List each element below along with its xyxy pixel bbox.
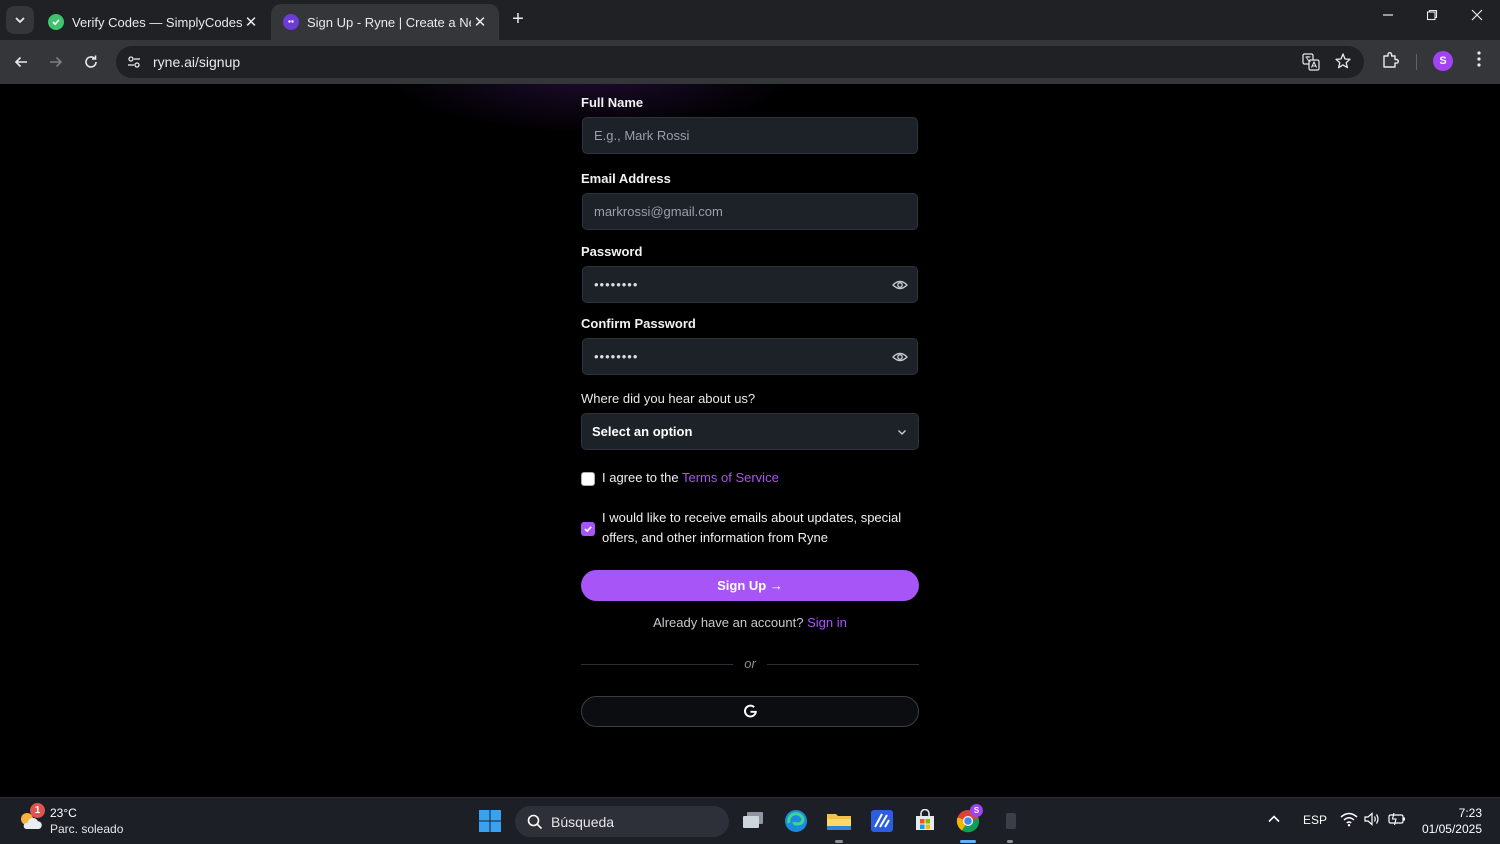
explorer-running-indicator <box>835 840 843 843</box>
task-view-icon[interactable] <box>740 808 766 834</box>
close-window-icon[interactable] <box>1455 8 1499 26</box>
divider-right <box>767 664 919 665</box>
ryne-favicon-icon <box>283 14 299 30</box>
sign-up-button[interactable]: Sign Up → <box>581 570 919 601</box>
chevron-down-icon <box>896 426 908 441</box>
tab-ryne-signup[interactable]: Sign Up - Ryne | Create a New Account ✕ <box>271 4 499 40</box>
chevron-down-icon <box>15 17 25 24</box>
url-text[interactable]: ryne.ai/signup <box>153 54 240 70</box>
close-tab-icon[interactable]: ✕ <box>471 13 489 31</box>
weather-temperature[interactable]: 23°C <box>50 806 77 820</box>
marketing-line-2: offers, and other information from Ryne <box>602 530 828 545</box>
microsoft-store-icon[interactable] <box>912 808 938 834</box>
extensions-puzzle-icon[interactable] <box>1381 50 1401 75</box>
app-icon[interactable] <box>869 808 895 834</box>
close-tab-icon[interactable]: ✕ <box>242 13 260 31</box>
marketing-emails-checkbox[interactable] <box>581 522 595 536</box>
full-name-placeholder: E.g., Mark Rossi <box>594 128 690 143</box>
marketing-line-1: I would like to receive emails about upd… <box>602 510 902 525</box>
tab-title: Sign Up - Ryne | Create a New Account <box>307 14 471 30</box>
sign-in-link[interactable]: Sign in <box>807 615 847 630</box>
restore-icon[interactable] <box>1410 8 1454 26</box>
referral-label: Where did you hear about us? <box>581 391 756 406</box>
back-button[interactable] <box>9 50 33 74</box>
already-have-account-text: Already have an account? Sign in <box>0 615 1500 630</box>
profile-avatar[interactable]: S <box>1433 51 1453 71</box>
confirm-password-label: Confirm Password <box>581 316 696 331</box>
reload-button[interactable] <box>79 50 103 74</box>
site-info-icon[interactable] <box>126 54 142 75</box>
marketing-emails-text: I would like to receive emails about upd… <box>602 508 901 548</box>
show-hidden-icons-chevron-up-icon[interactable] <box>1267 812 1281 829</box>
terms-of-service-link[interactable]: Terms of Service <box>682 470 779 485</box>
edge-browser-icon[interactable] <box>783 808 809 834</box>
clock-time[interactable]: 7:23 <box>1420 806 1482 820</box>
address-bar[interactable]: ryne.ai/signup <box>116 46 1364 78</box>
email-label: Email Address <box>581 171 671 186</box>
google-sign-in-button[interactable] <box>581 696 919 727</box>
volume-icon[interactable] <box>1364 811 1380 830</box>
password-input[interactable]: •••••••• <box>582 266 918 303</box>
terms-text: I agree to the Terms of Service <box>602 468 779 488</box>
minimize-icon[interactable] <box>1366 8 1410 26</box>
app-icon-2[interactable] <box>998 808 1024 834</box>
tab-simplycodes[interactable]: Verify Codes — SimplyCodes ✕ <box>36 4 270 40</box>
translate-icon[interactable] <box>1302 53 1320 76</box>
password-label: Password <box>581 244 643 259</box>
file-explorer-icon[interactable] <box>826 808 852 834</box>
input-language[interactable]: ESP <box>1303 813 1327 827</box>
search-icon <box>527 814 543 833</box>
confirm-password-input[interactable]: •••••••• <box>582 338 918 375</box>
windows-taskbar: 1 23°C Parc. soleado Búsqueda S ESP 7:23… <box>0 797 1500 844</box>
browser-menu-icon[interactable] <box>1472 50 1486 72</box>
already-text: Already have an account? <box>653 615 804 630</box>
show-password-eye-icon[interactable] <box>892 278 908 295</box>
password-value: •••••••• <box>594 277 639 292</box>
clock-date[interactable]: 01/05/2025 <box>1420 822 1482 836</box>
referral-selected-value: Select an option <box>592 424 693 439</box>
email-input[interactable]: markrossi@gmail.com <box>582 193 918 230</box>
simplycodes-favicon-icon <box>48 14 64 30</box>
chrome-active-indicator <box>960 840 976 843</box>
taskbar-search-placeholder: Búsqueda <box>551 813 615 830</box>
tab-search-button[interactable] <box>6 6 34 34</box>
tab-strip: Verify Codes — SimplyCodes ✕ Sign Up - R… <box>0 0 1500 40</box>
taskbar-search-box[interactable]: Búsqueda <box>515 806 729 837</box>
arrow-right-icon <box>50 56 63 68</box>
new-tab-button[interactable]: + <box>506 7 530 31</box>
toolbar-divider <box>1416 54 1417 70</box>
weather-badge: 1 <box>30 803 45 818</box>
wifi-icon[interactable] <box>1340 811 1358 830</box>
google-icon <box>743 704 757 718</box>
signup-page: Full Name E.g., Mark Rossi Email Address… <box>0 84 1500 797</box>
battery-charging-icon[interactable] <box>1388 812 1406 829</box>
email-placeholder: markrossi@gmail.com <box>594 204 723 219</box>
terms-checkbox[interactable] <box>581 472 595 486</box>
bookmark-star-icon[interactable] <box>1334 52 1352 75</box>
weather-condition[interactable]: Parc. soleado <box>50 822 123 836</box>
full-name-label: Full Name <box>581 95 644 110</box>
chrome-profile-badge: S <box>970 804 983 817</box>
arrow-left-icon <box>14 56 27 68</box>
checkmark-icon <box>584 526 592 533</box>
app-running-indicator <box>1007 840 1013 843</box>
show-confirm-password-eye-icon[interactable] <box>892 350 908 367</box>
full-name-input[interactable]: E.g., Mark Rossi <box>582 117 918 154</box>
referral-select[interactable]: Select an option <box>581 413 919 450</box>
windows-start-icon[interactable] <box>477 808 503 834</box>
tab-title: Verify Codes — SimplyCodes <box>72 14 242 30</box>
reload-icon <box>85 55 97 68</box>
forward-button[interactable] <box>44 50 68 74</box>
confirm-password-value: •••••••• <box>594 349 639 364</box>
or-divider-text: or <box>744 656 756 671</box>
terms-prefix: I agree to the <box>602 470 682 485</box>
browser-toolbar: ryne.ai/signup <box>0 40 1500 84</box>
